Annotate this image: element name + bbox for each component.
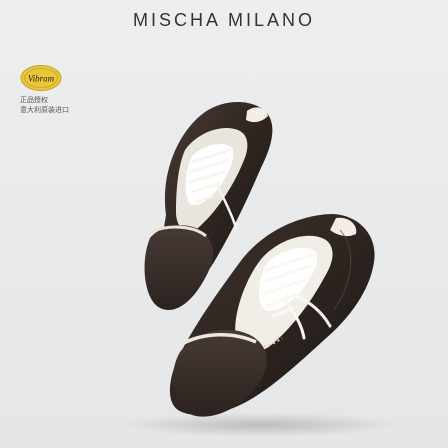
shoe-photo <box>120 101 400 437</box>
shoe-shadow <box>120 413 400 437</box>
product-image: MISCHA MILANO Vibram 正品授权 意大利原装进口 <box>0 0 448 448</box>
